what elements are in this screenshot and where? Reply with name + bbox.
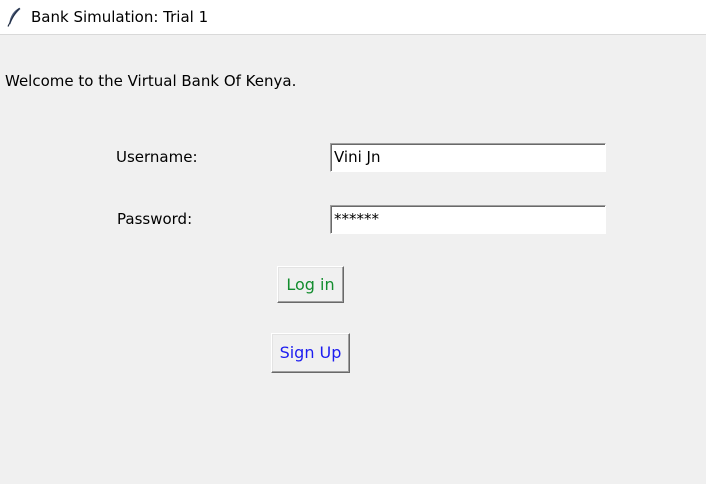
password-input[interactable]: ****** xyxy=(330,205,606,234)
username-input[interactable]: Vini Jn xyxy=(330,143,606,172)
login-button[interactable]: Log in xyxy=(277,266,344,303)
window-title: Bank Simulation: Trial 1 xyxy=(31,8,209,26)
username-label: Username: xyxy=(116,148,198,166)
password-label: Password: xyxy=(117,210,193,228)
signup-button[interactable]: Sign Up xyxy=(271,333,350,373)
feather-icon xyxy=(6,7,22,27)
title-bar[interactable]: Bank Simulation: Trial 1 xyxy=(0,0,706,35)
app-window: Bank Simulation: Trial 1 Welcome to the … xyxy=(0,0,706,484)
welcome-message: Welcome to the Virtual Bank Of Kenya. xyxy=(5,72,297,90)
